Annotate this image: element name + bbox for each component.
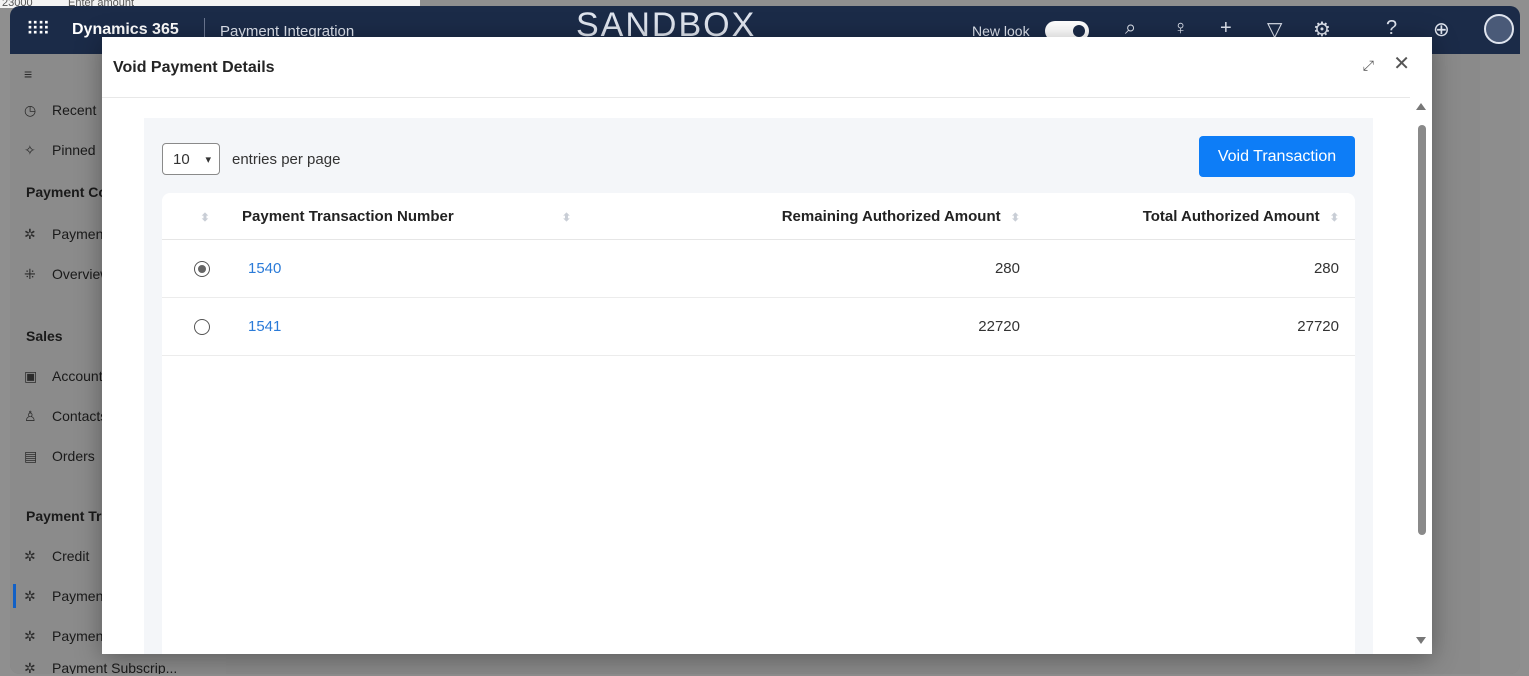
person-icon: ♙ bbox=[24, 408, 37, 424]
total-amount-cell: 280 bbox=[1038, 239, 1355, 298]
sidebar-item-payments[interactable]: ✲ Payments bbox=[24, 628, 114, 645]
scrollbar-thumb[interactable] bbox=[1418, 125, 1426, 535]
sidebar-item-credit[interactable]: ✲ Credit bbox=[24, 548, 89, 565]
sort-icon: ⬍ bbox=[200, 211, 210, 224]
table-row[interactable]: 1540 280 280 bbox=[162, 239, 1355, 298]
entries-per-page-label: entries per page bbox=[232, 150, 341, 168]
puzzle-icon: ✲ bbox=[24, 548, 36, 564]
sidebar-active-indicator bbox=[13, 584, 16, 608]
account-icon: ▣ bbox=[24, 368, 38, 384]
remaining-amount-cell: 280 bbox=[594, 239, 1038, 298]
close-icon[interactable]: ✕ bbox=[1393, 54, 1410, 74]
grid-icon: ⁜ bbox=[24, 266, 36, 282]
sort-icon: ⬍ bbox=[561, 211, 572, 224]
scroll-down-arrow-icon[interactable] bbox=[1416, 637, 1426, 644]
sidebar-item-payment[interactable]: ✲ Payment bbox=[24, 226, 107, 243]
sidebar-item-orders[interactable]: ▤ Orders bbox=[24, 448, 95, 465]
scroll-up-arrow-icon[interactable] bbox=[1416, 103, 1426, 110]
void-payment-dialog: Void Payment Details ⤢ ✕ 10 ▾ entries pe… bbox=[102, 37, 1432, 654]
sidebar-item-recent[interactable]: ◷ Recent bbox=[24, 102, 96, 119]
table-header-row: ⬍ Payment Transaction Number ⬍ Remaining… bbox=[162, 193, 1355, 240]
right-rail bbox=[1480, 54, 1520, 674]
sidebar-section-sales: Sales bbox=[26, 328, 63, 344]
pin-icon: ✧ bbox=[24, 142, 36, 158]
total-amount-cell: 27720 bbox=[1038, 297, 1355, 356]
column-header-total-amount[interactable]: Total Authorized Amount ⬍ bbox=[1038, 193, 1355, 240]
sidebar-item-overview[interactable]: ⁜ Overview bbox=[24, 266, 110, 283]
void-transaction-button[interactable]: Void Transaction bbox=[1199, 136, 1355, 177]
sidebar-menu-icon[interactable]: ≡ bbox=[24, 66, 52, 82]
select-column-header[interactable]: ⬍ bbox=[162, 193, 242, 240]
clock-icon: ◷ bbox=[24, 102, 37, 118]
entries-selected-value: 10 bbox=[173, 150, 190, 168]
waffle-icon[interactable]: ⠿⠿ bbox=[26, 19, 50, 40]
puzzle-icon: ✲ bbox=[24, 628, 36, 644]
dialog-header: Void Payment Details ⤢ ✕ bbox=[102, 37, 1432, 98]
sidebar-item-payments-active[interactable]: ✲ Payments bbox=[24, 588, 114, 605]
copilot-icon[interactable]: ⊕ bbox=[1433, 17, 1450, 42]
entries-per-page-control: 10 ▾ entries per page bbox=[162, 143, 340, 175]
dialog-content: 10 ▾ entries per page Void Transaction ⬍… bbox=[144, 118, 1373, 654]
sort-icon: ⬍ bbox=[1329, 211, 1339, 224]
remaining-amount-cell: 22720 bbox=[594, 297, 1038, 356]
sort-icon: ⬍ bbox=[1010, 211, 1020, 224]
transactions-table: ⬍ Payment Transaction Number ⬍ Remaining… bbox=[162, 193, 1355, 654]
sidebar-item-payment-subscriptions[interactable]: ✲ Payment Subscrip... bbox=[24, 660, 177, 674]
table-row[interactable]: 1541 22720 27720 bbox=[162, 297, 1355, 356]
document-icon: ▤ bbox=[24, 448, 38, 464]
row-select-radio[interactable] bbox=[194, 319, 210, 336]
dialog-title: Void Payment Details bbox=[113, 59, 275, 76]
avatar[interactable] bbox=[1484, 14, 1514, 44]
transaction-number-link[interactable]: 1540 bbox=[242, 260, 281, 277]
entries-per-page-select[interactable]: 10 ▾ bbox=[162, 143, 220, 175]
column-header-remaining-amount[interactable]: Remaining Authorized Amount ⬍ bbox=[594, 193, 1038, 240]
puzzle-icon: ✲ bbox=[24, 660, 36, 674]
sidebar-item-contacts[interactable]: ♙ Contacts bbox=[24, 408, 107, 425]
puzzle-icon: ✲ bbox=[24, 226, 36, 242]
sidebar-item-pinned[interactable]: ✧ Pinned bbox=[24, 142, 96, 159]
sidebar-item-accounts[interactable]: ▣ Accounts bbox=[24, 368, 110, 385]
chevron-down-icon: ▾ bbox=[205, 153, 211, 166]
expand-icon[interactable]: ⤢ bbox=[1363, 57, 1374, 74]
column-header-transaction-number[interactable]: Payment Transaction Number ⬍ bbox=[242, 193, 594, 240]
dialog-scrollbar[interactable] bbox=[1410, 97, 1432, 654]
row-select-radio-selected[interactable] bbox=[194, 261, 210, 278]
transaction-number-link[interactable]: 1541 bbox=[242, 318, 281, 335]
puzzle-icon: ✲ bbox=[24, 588, 36, 604]
